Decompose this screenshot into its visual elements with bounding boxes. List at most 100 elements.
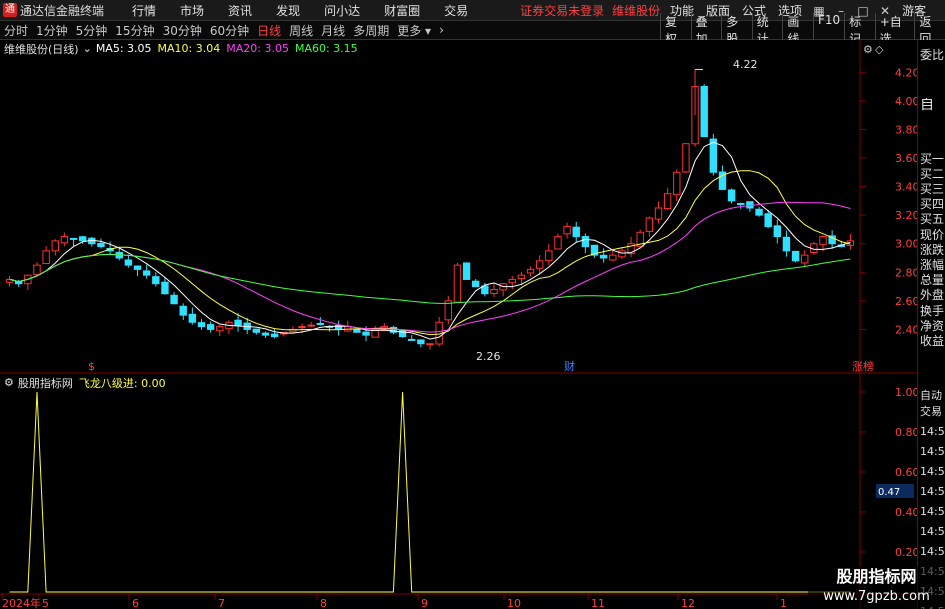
candle-body bbox=[133, 265, 142, 270]
ma60-label: MA60: 3.15 bbox=[294, 42, 358, 55]
candle-body bbox=[408, 338, 416, 341]
candle-body bbox=[682, 143, 690, 173]
kline-chart[interactable]: 4.20 4.00 3.80 3.60 3.40 3.20 3.00 2.80 2.60 2.40… bbox=[0, 40, 917, 374]
candle-body bbox=[124, 259, 133, 266]
candle-body bbox=[535, 260, 544, 269]
watermark: 股朋指标网 www.7gpzb.com bbox=[808, 566, 945, 609]
y-tick-label: 4.20 bbox=[895, 66, 917, 79]
tab-label: 5分钟 bbox=[75, 23, 108, 38]
tab-label: 多周期 bbox=[353, 23, 390, 38]
x-tick-label: 6 bbox=[132, 597, 139, 609]
tab-label: 15分钟 bbox=[115, 23, 155, 38]
menu-market[interactable]: 市场 bbox=[180, 2, 204, 19]
candle-body bbox=[453, 264, 462, 303]
menu-ask[interactable]: 问小达 bbox=[324, 2, 360, 19]
settings-gear-icon[interactable]: ⚙ bbox=[863, 43, 873, 56]
tab-multi-period[interactable]: 多周期 bbox=[349, 22, 393, 39]
event-marker-finance[interactable]: 财 bbox=[564, 359, 575, 373]
candle-body bbox=[78, 236, 87, 242]
panel-item: 换手 bbox=[920, 304, 945, 318]
x-tick-label: 12 bbox=[681, 597, 695, 609]
candle-body bbox=[216, 326, 224, 332]
watermark-title: 股朋指标网 bbox=[836, 567, 917, 586]
period-toolbar: 分时 1分钟 5分钟 15分钟 30分钟 60分钟 日线 周线 月线 多周期 更… bbox=[0, 13, 945, 47]
candle-body bbox=[316, 322, 325, 325]
x-tick-label: 5 bbox=[42, 597, 49, 609]
tab-30min[interactable]: 30分钟 bbox=[159, 22, 206, 39]
ind-y-tick-label: 1.00 bbox=[895, 386, 917, 399]
ma20-label: MA20: 3.05 bbox=[226, 42, 289, 55]
candle-body bbox=[526, 268, 535, 274]
ma-legend: 维维股份(日线) ⌄ MA5: 3.05 MA10: 3.04 MA20: 3.… bbox=[0, 41, 358, 56]
ma5-label: MA5: 3.05 bbox=[95, 42, 152, 55]
candle-body bbox=[298, 326, 306, 329]
candle-body bbox=[545, 250, 553, 262]
candle-body bbox=[727, 189, 736, 202]
candle-body bbox=[618, 250, 626, 258]
panel-item: 买五 bbox=[920, 212, 945, 226]
candle-body bbox=[353, 328, 361, 333]
panel-item: 买四 bbox=[920, 197, 945, 211]
tab-daily[interactable]: 日线 bbox=[253, 22, 285, 39]
tab-more[interactable]: 更多 ▾ bbox=[393, 22, 435, 39]
panel-item: 委比 bbox=[920, 48, 945, 62]
candle-body bbox=[60, 236, 69, 244]
tab-label: 分时 bbox=[4, 23, 29, 38]
app-logo-icon: 通 bbox=[3, 3, 17, 17]
watermark-url: www.7gpzb.com bbox=[823, 589, 930, 604]
tab-intraday[interactable]: 分时 bbox=[0, 22, 32, 39]
menu-news[interactable]: 资讯 bbox=[228, 2, 252, 19]
menu-quotes[interactable]: 行情 bbox=[132, 2, 156, 19]
menu-trade[interactable]: 交易 bbox=[444, 2, 468, 19]
x-tick-label: 7 bbox=[218, 597, 225, 609]
login-status[interactable]: 证券交易未登录 bbox=[520, 2, 604, 19]
y-tick-label: 3.80 bbox=[895, 123, 917, 136]
app-title: 通达信金融终端 bbox=[20, 3, 105, 18]
panel-item: 交易 bbox=[920, 405, 942, 418]
event-marker-gainers[interactable]: 涨榜 bbox=[852, 359, 874, 373]
event-marker-dollar[interactable]: $ bbox=[88, 360, 95, 373]
y-tick-label: 2.80 bbox=[895, 266, 917, 279]
indicator-chart[interactable]: 1.00 0.80 0.60 0.40 0.20 2024年 5 6 7 8 9 10 11 12 1 0… bbox=[0, 374, 917, 609]
panel-item: 买一 bbox=[920, 152, 945, 166]
chevron-down-icon[interactable]: ⌄ bbox=[83, 42, 92, 55]
candle-body bbox=[142, 270, 151, 276]
menu-discover[interactable]: 发现 bbox=[276, 2, 300, 19]
tab-monthly[interactable]: 月线 bbox=[317, 22, 349, 39]
panel-item: 14:56 bbox=[920, 465, 945, 478]
candle-body bbox=[270, 333, 279, 338]
tab-label: 月线 bbox=[321, 23, 346, 38]
tab-15min[interactable]: 15分钟 bbox=[111, 22, 158, 39]
tab-1min[interactable]: 1分钟 bbox=[32, 22, 72, 39]
candle-body bbox=[791, 250, 800, 262]
candle-body bbox=[170, 294, 178, 305]
tab-label: 60分钟 bbox=[209, 23, 250, 38]
scroll-right-icon[interactable]: › bbox=[435, 23, 448, 37]
y-tick-label: 3.20 bbox=[895, 209, 917, 222]
candle-body bbox=[673, 171, 681, 196]
tab-60min[interactable]: 60分钟 bbox=[206, 22, 253, 39]
y-tick-label: 3.60 bbox=[895, 152, 917, 165]
x-tick-label: 1 bbox=[780, 597, 787, 609]
candle-body bbox=[234, 319, 242, 326]
panel-item: 14:56 bbox=[920, 545, 945, 558]
ind-y-tick-label: 0.60 bbox=[895, 466, 917, 479]
tab-weekly[interactable]: 周线 bbox=[285, 22, 317, 39]
candle-body bbox=[188, 313, 197, 323]
candle-body bbox=[33, 264, 41, 276]
tab-label: 周线 bbox=[289, 23, 314, 38]
panel-item: 净资 bbox=[920, 319, 945, 333]
ma10-label: MA10: 3.04 bbox=[157, 42, 221, 55]
menu-wealth[interactable]: 财富圈 bbox=[384, 2, 420, 19]
panel-item: 总量 bbox=[920, 273, 945, 287]
indicator-settings-icon[interactable]: ⚙ bbox=[4, 376, 14, 389]
candle-body bbox=[819, 236, 827, 246]
tab-label: 日线 bbox=[257, 23, 282, 38]
candle-body bbox=[654, 207, 663, 220]
tab-5min[interactable]: 5分钟 bbox=[72, 22, 112, 39]
candle-body bbox=[599, 254, 608, 259]
collapse-icon[interactable]: ◇ bbox=[875, 43, 884, 56]
low-price-label: 2.26 bbox=[476, 350, 501, 363]
y-tick-label: 4.00 bbox=[895, 95, 917, 108]
panel-item: 14:56 bbox=[920, 445, 945, 458]
